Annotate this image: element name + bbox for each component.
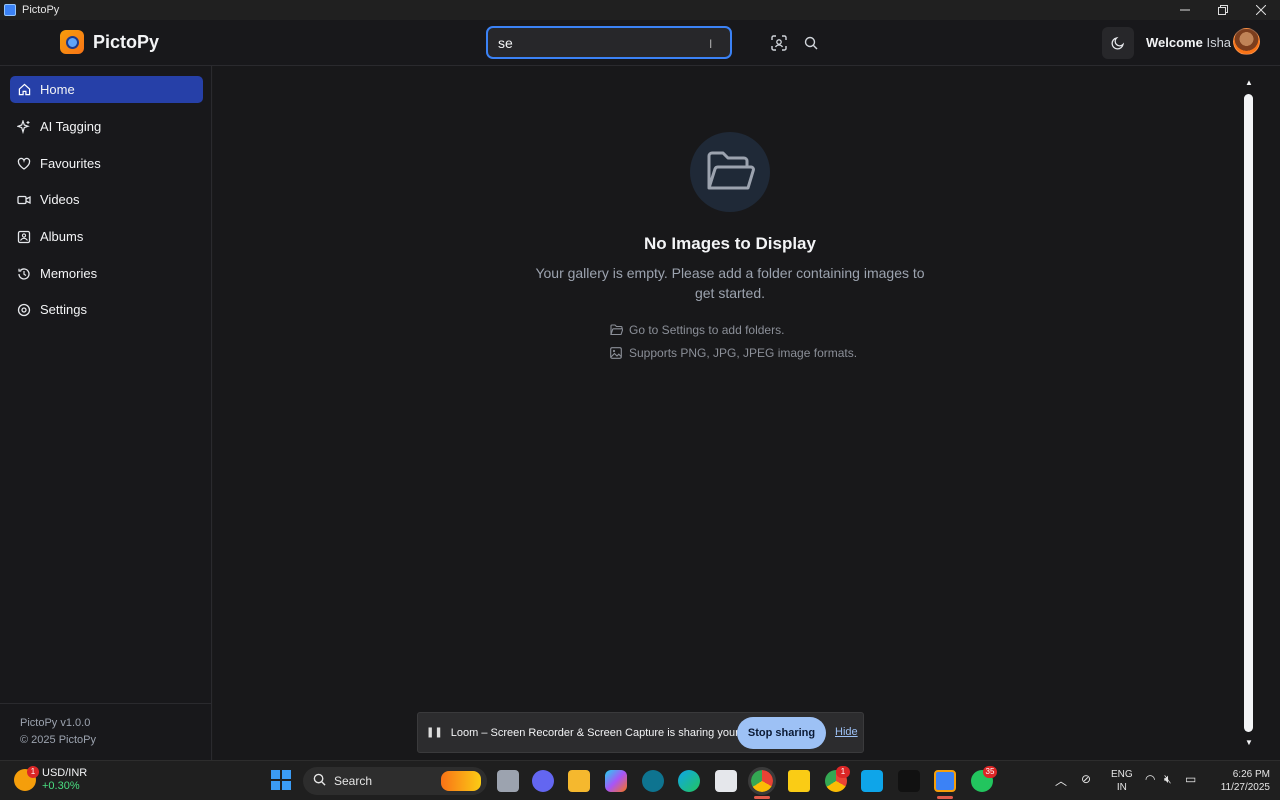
app-icon xyxy=(4,4,16,16)
brand-name: PictoPy xyxy=(93,32,160,52)
loom-sharing-banner: ❚❚ Loom – Screen Recorder & Screen Captu… xyxy=(417,712,864,753)
battery-icon[interactable]: ▭ xyxy=(1185,772,1196,786)
pictopy-taskbar-icon[interactable] xyxy=(934,770,956,792)
search-icon xyxy=(313,773,326,789)
minimize-icon xyxy=(1180,9,1190,11)
sidebar-item-videos[interactable]: Videos xyxy=(10,186,203,213)
copyright-text: © 2025 PictoPy xyxy=(20,734,96,746)
store-icon[interactable] xyxy=(715,770,737,792)
moon-icon xyxy=(1111,36,1125,50)
text-cursor-icon: I xyxy=(709,37,713,51)
history-icon xyxy=(16,266,32,282)
sparkles-icon xyxy=(16,119,32,135)
sidebar-item-memories[interactable]: Memories xyxy=(10,260,203,287)
tray-chevron-icon[interactable]: ︿ xyxy=(1055,772,1067,789)
sidebar-item-ai-tagging[interactable]: AI Tagging xyxy=(10,113,203,140)
search-input[interactable] xyxy=(488,28,730,57)
search-box[interactable] xyxy=(486,26,732,59)
language-indicator[interactable]: ENG IN xyxy=(1111,768,1133,794)
app-header: PictoPy I Welcome Isha xyxy=(0,20,1280,66)
loom-message: Loom – Screen Recorder & Screen Capture … xyxy=(450,726,778,739)
window-titlebar: PictoPy xyxy=(0,0,1280,20)
terminal-icon[interactable] xyxy=(898,770,920,792)
edge-icon[interactable] xyxy=(678,770,700,792)
settings-icon xyxy=(16,302,32,318)
clock-time: 6:26 PM xyxy=(1232,769,1270,780)
pause-icon[interactable]: ❚❚ xyxy=(426,727,443,738)
scroll-down-arrow[interactable]: ▼ xyxy=(1244,738,1254,748)
pictopy-logo[interactable] xyxy=(60,30,84,54)
face-scan-button[interactable] xyxy=(766,30,792,56)
windows-taskbar: 1 USD/INR +0.30% Search 1 35 ︿ ⊘ ENG IN … xyxy=(0,760,1280,800)
sidebar: Home AI Tagging Favourites Videos Albums… xyxy=(0,66,212,760)
edge-dev-icon[interactable] xyxy=(642,770,664,792)
sidebar-item-albums[interactable]: Albums xyxy=(10,223,203,250)
close-button[interactable] xyxy=(1242,0,1280,20)
widget-change: +0.30% xyxy=(42,780,80,792)
start-button[interactable] xyxy=(271,770,291,790)
pictopy-active-indicator xyxy=(937,796,953,799)
hint-add-folders: Go to Settings to add folders. xyxy=(609,321,784,339)
onedrive-off-icon[interactable]: ⊘ xyxy=(1081,772,1091,786)
widget-title: USD/INR xyxy=(42,767,88,779)
file-explorer-icon[interactable] xyxy=(568,770,590,792)
finance-widget-icon: 1 xyxy=(14,766,39,791)
main-content: No Images to Display Your gallery is emp… xyxy=(213,66,1280,760)
scroll-thumb[interactable] xyxy=(1244,94,1253,732)
sidebar-item-favourites[interactable]: Favourites xyxy=(10,150,203,177)
video-icon xyxy=(16,192,32,208)
empty-state-title: No Images to Display xyxy=(644,234,816,253)
heart-icon xyxy=(16,156,32,172)
folder-icon xyxy=(609,323,623,337)
close-icon xyxy=(1256,5,1266,15)
search-button[interactable] xyxy=(798,30,824,56)
hide-link[interactable]: Hide xyxy=(835,726,858,738)
copilot-icon[interactable] xyxy=(605,770,627,792)
minimize-button[interactable] xyxy=(1166,0,1204,20)
sidebar-item-settings[interactable]: Settings xyxy=(10,296,203,323)
chrome-active-indicator xyxy=(754,796,770,799)
whatsapp-badge: 35 xyxy=(983,766,997,778)
sidebar-item-home[interactable]: Home xyxy=(10,76,203,103)
sticky-notes-icon[interactable] xyxy=(788,770,810,792)
empty-state-illustration xyxy=(690,132,770,212)
scroll-up-arrow[interactable]: ▲ xyxy=(1244,78,1254,88)
hint-supported-formats: Supports PNG, JPG, JPEG image formats. xyxy=(609,344,857,362)
theme-toggle-button[interactable] xyxy=(1102,27,1134,59)
user-avatar[interactable] xyxy=(1233,28,1260,55)
restore-button[interactable] xyxy=(1204,0,1242,20)
window-controls xyxy=(1166,0,1280,20)
image-icon xyxy=(609,346,623,360)
face-scan-icon xyxy=(771,35,787,51)
window-title: PictoPy xyxy=(22,4,60,16)
teams-icon[interactable] xyxy=(532,770,554,792)
search-highlight-icon xyxy=(441,771,481,791)
app-version: PictoPy v1.0.0 xyxy=(20,717,91,729)
folder-open-icon xyxy=(707,151,755,190)
clock-date: 11/27/2025 xyxy=(1220,782,1270,793)
vscode-icon[interactable] xyxy=(861,770,883,792)
volume-muted-icon[interactable]: 🔇︎ xyxy=(1164,772,1172,787)
user-name: Isha xyxy=(1206,35,1232,50)
empty-state-description: Your gallery is empty. Please add a fold… xyxy=(535,265,925,301)
chrome-icon[interactable] xyxy=(748,767,776,795)
taskbar-search[interactable]: Search xyxy=(303,767,487,795)
album-icon xyxy=(16,229,32,245)
sidebar-divider xyxy=(0,703,212,704)
vertical-scrollbar[interactable]: ▲ ▼ xyxy=(1242,78,1256,748)
home-icon xyxy=(16,82,32,98)
search-icon xyxy=(804,36,818,50)
weather-finance-widget[interactable]: 1 USD/INR +0.30% xyxy=(14,766,88,793)
restore-icon xyxy=(1218,5,1228,15)
chrome-profile-badge: 1 xyxy=(836,766,850,778)
wifi-icon[interactable]: ◠ xyxy=(1145,772,1155,786)
welcome-text: Welcome Isha xyxy=(1146,35,1232,50)
system-clock[interactable]: 6:26 PM 11/27/2025 xyxy=(1210,768,1270,794)
stop-sharing-button[interactable]: Stop sharing xyxy=(737,717,826,749)
widget-badge: 1 xyxy=(27,766,39,778)
taskview-icon[interactable] xyxy=(497,770,519,792)
